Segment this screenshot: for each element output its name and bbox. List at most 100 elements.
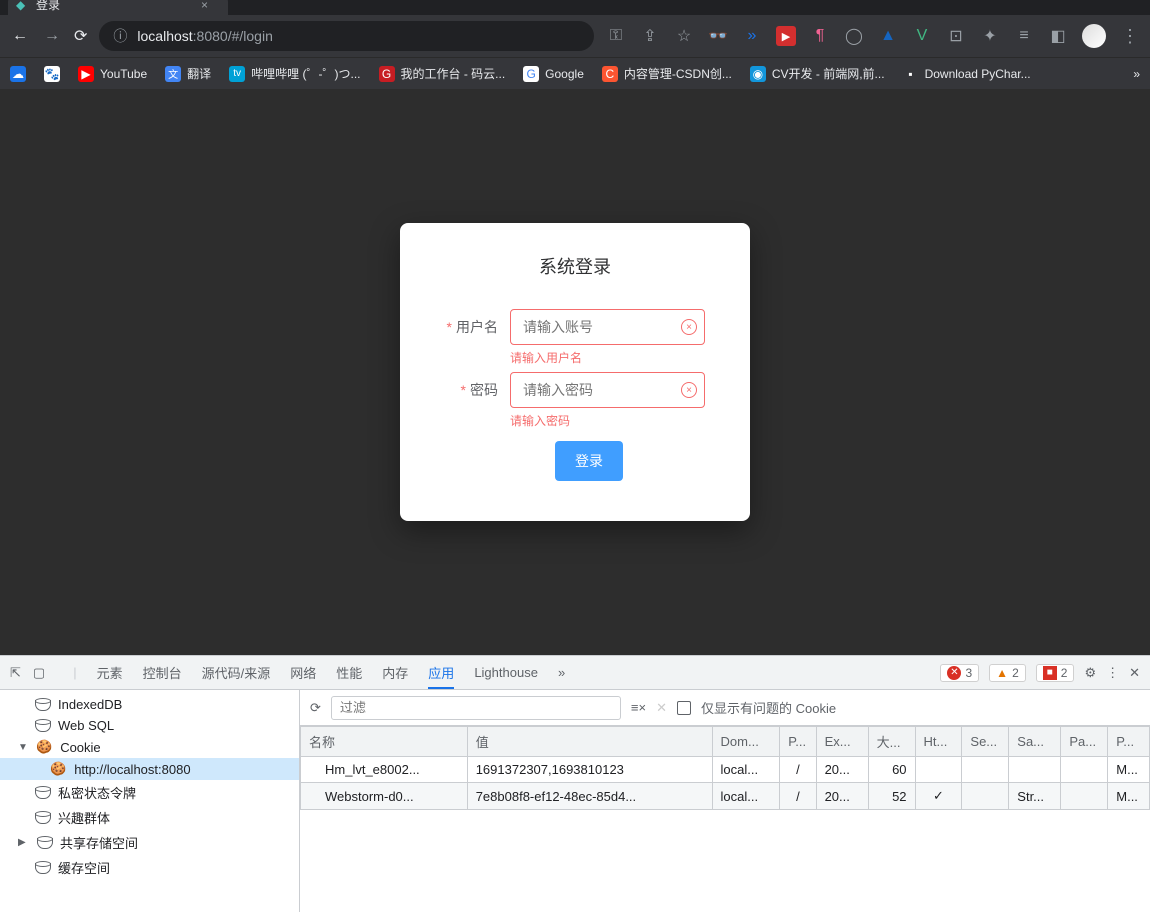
th-name[interactable]: 名称 <box>301 727 468 757</box>
delete-icon[interactable]: ✕ <box>656 700 667 716</box>
device-icon[interactable]: ▢ <box>33 665 45 681</box>
bookmark-item[interactable]: G我的工作台 - 码云... <box>379 65 506 82</box>
tab-title: 登录 <box>36 0 60 13</box>
tab-console[interactable]: 控制台 <box>143 656 182 689</box>
devtools-sidebar: IndexedDB Web SQL ▼🍪Cookie 🍪http://local… <box>0 690 300 912</box>
share-icon[interactable]: ⇪ <box>640 26 660 46</box>
only-issues-label: 仅显示有问题的 Cookie <box>701 698 836 717</box>
th-http[interactable]: Ht... <box>915 727 962 757</box>
bookmark-item[interactable]: C内容管理-CSDN创... <box>602 65 732 82</box>
star-icon[interactable]: ☆ <box>674 26 694 46</box>
database-icon <box>34 719 50 733</box>
clear-icon[interactable]: × <box>681 382 697 398</box>
issue-badge[interactable]: ■2 <box>1036 664 1075 682</box>
bookmark-item[interactable]: GGoogle <box>523 66 584 82</box>
login-button[interactable]: 登录 <box>555 441 623 481</box>
more-icon[interactable]: ⋮ <box>1106 665 1119 681</box>
warning-badge[interactable]: ▲2 <box>989 664 1026 682</box>
ext-icon-3[interactable]: ▶ <box>776 26 796 46</box>
ext-icon-2[interactable]: » <box>742 26 762 46</box>
tab-sources[interactable]: 源代码/来源 <box>202 656 271 689</box>
tab-network[interactable]: 网络 <box>290 656 316 689</box>
ext-icon-6[interactable]: ▲ <box>878 26 898 46</box>
tab-favicon: ◆ <box>16 0 30 12</box>
username-error: 请输入用户名 <box>510 349 720 366</box>
table-row[interactable]: Hm_lvt_e8002...1691372307,1693810123loca… <box>301 757 1150 783</box>
only-issues-checkbox[interactable] <box>677 701 691 715</box>
bookmark-item[interactable]: ▪Download PyChar... <box>903 66 1031 82</box>
sidebar-item-websql[interactable]: Web SQL <box>0 715 299 736</box>
sidebar-item-cookie-host[interactable]: 🍪http://localhost:8080 <box>0 758 299 780</box>
toolbar-icons: ⚿ ⇪ ☆ 👓 » ▶ ¶ ◯ ▲ V ⊡ ✦ ≡ ◧ ⋮ <box>606 24 1140 48</box>
database-icon <box>34 811 50 825</box>
th-part[interactable]: Pa... <box>1061 727 1108 757</box>
ext-icon-10[interactable]: ◧ <box>1048 26 1068 46</box>
sidebar-item-cache[interactable]: 缓存空间 <box>0 855 299 880</box>
bookmark-item[interactable]: ☁ <box>10 66 26 82</box>
bookmark-item[interactable]: tv哔哩哔哩 (゜-゜)つ... <box>229 65 360 82</box>
error-badge[interactable]: ✕3 <box>940 664 979 682</box>
sidebar-item-shared[interactable]: ▶共享存储空间 <box>0 830 299 855</box>
th-value[interactable]: 值 <box>467 727 712 757</box>
cookie-table: 名称 值 Dom... P... Ex... 大... Ht... Se... … <box>300 726 1150 912</box>
database-icon <box>34 698 50 712</box>
tab-performance[interactable]: 性能 <box>336 656 362 689</box>
profile-avatar[interactable] <box>1082 24 1106 48</box>
inspect-icon[interactable]: ⇱ <box>10 665 21 681</box>
bookmark-item[interactable]: 文翻译 <box>165 65 211 82</box>
browser-tabs: ◆ 登录 × <box>0 0 1150 15</box>
bookmark-item[interactable]: 🐾 <box>44 66 60 82</box>
browser-tab[interactable]: ◆ 登录 × <box>8 0 228 15</box>
tab-lighthouse[interactable]: Lighthouse <box>474 658 538 687</box>
th-same[interactable]: Sa... <box>1009 727 1061 757</box>
close-icon[interactable]: × <box>201 0 208 12</box>
chevron-right-icon: ▶ <box>18 837 28 848</box>
ext-icon-9[interactable]: ≡ <box>1014 26 1034 46</box>
tab-application[interactable]: 应用 <box>428 656 454 689</box>
url-bar[interactable]: ⓘ localhost:8080/#/login <box>99 21 594 51</box>
login-title: 系统登录 <box>430 253 720 279</box>
sidebar-item-private[interactable]: 私密状态令牌 <box>0 780 299 805</box>
filter-input[interactable] <box>331 696 621 720</box>
reload-button[interactable]: ⟳ <box>74 26 87 46</box>
th-prio[interactable]: P... <box>1108 727 1150 757</box>
clear-icon[interactable]: × <box>681 319 697 335</box>
bookmark-item[interactable]: ◉CV开发 - 前端网,前... <box>750 65 885 82</box>
tabs-overflow[interactable]: » <box>558 665 565 680</box>
ext-icon-7[interactable]: V <box>912 26 932 46</box>
sidebar-item-indexeddb[interactable]: IndexedDB <box>0 694 299 715</box>
th-path[interactable]: P... <box>780 727 816 757</box>
sidebar-item-interest[interactable]: 兴趣群体 <box>0 805 299 830</box>
th-domain[interactable]: Dom... <box>712 727 780 757</box>
devtools-main: ⟳ ≡× ✕ 仅显示有问题的 Cookie 名称 值 Dom... P... E… <box>300 690 1150 912</box>
refresh-icon[interactable]: ⟳ <box>310 700 321 716</box>
devtools-tabbar: ⇱ ▢ | 元素 控制台 源代码/来源 网络 性能 内存 应用 Lighthou… <box>0 656 1150 690</box>
th-expires[interactable]: Ex... <box>816 727 868 757</box>
forward-button[interactable]: → <box>42 27 62 45</box>
bookmarks-overflow[interactable]: » <box>1133 67 1140 81</box>
close-icon[interactable]: ✕ <box>1129 665 1140 681</box>
sidebar-item-cookie[interactable]: ▼🍪Cookie <box>0 736 299 758</box>
back-button[interactable]: ← <box>10 27 30 45</box>
tab-elements[interactable]: 元素 <box>97 656 123 689</box>
ext-icon-4[interactable]: ¶ <box>810 26 830 46</box>
url-text: localhost:8080/#/login <box>137 28 272 44</box>
password-input[interactable] <box>510 372 705 408</box>
table-row[interactable]: Webstorm-d0...7e8b08f8-ef12-48ec-85d4...… <box>301 783 1150 810</box>
ext-icon-5[interactable]: ◯ <box>844 26 864 46</box>
bookmark-item[interactable]: ▶YouTube <box>78 66 147 82</box>
clear-filter-icon[interactable]: ≡× <box>631 700 646 715</box>
tab-memory[interactable]: 内存 <box>382 656 408 689</box>
menu-icon[interactable]: ⋮ <box>1120 26 1140 46</box>
th-secure[interactable]: Se... <box>962 727 1009 757</box>
username-input[interactable] <box>510 309 705 345</box>
key-icon[interactable]: ⚿ <box>606 26 626 46</box>
ext-icon-8[interactable]: ⊡ <box>946 26 966 46</box>
ext-icon-1[interactable]: 👓 <box>708 26 728 46</box>
database-icon <box>34 861 50 875</box>
extensions-icon[interactable]: ✦ <box>980 26 1000 46</box>
site-info-icon[interactable]: ⓘ <box>113 26 127 46</box>
gear-icon[interactable]: ⚙ <box>1084 665 1096 681</box>
th-size[interactable]: 大... <box>868 727 915 757</box>
database-icon <box>34 786 50 800</box>
